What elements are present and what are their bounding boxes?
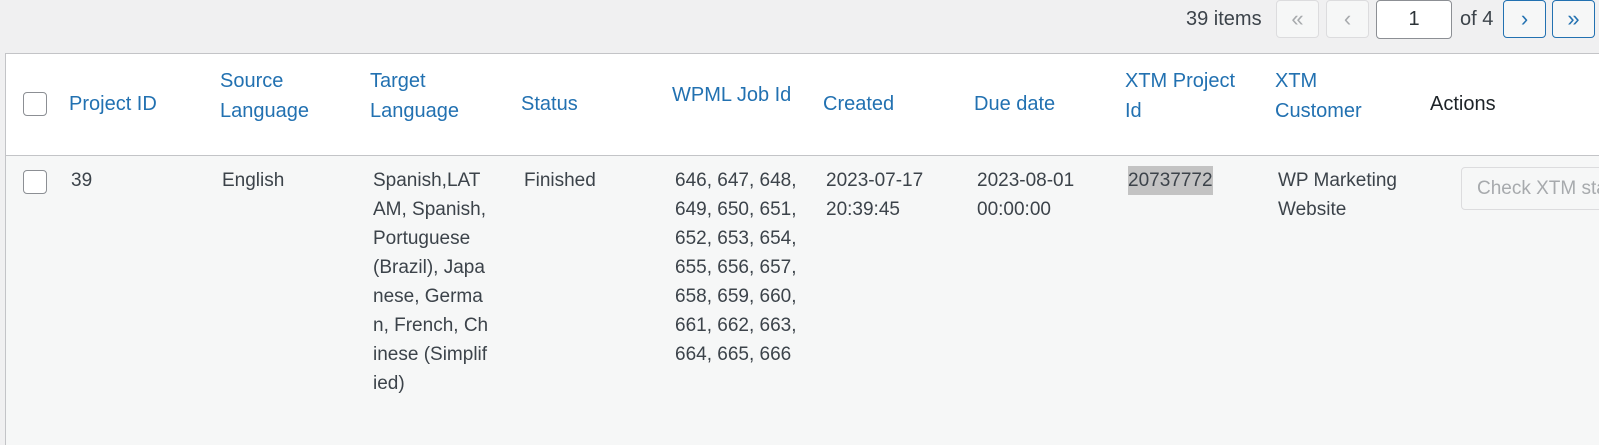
total-pages-label: of 4 (1460, 8, 1494, 30)
check-xtm-status-button[interactable]: Check XTM status (1461, 167, 1599, 210)
column-status[interactable]: Status (521, 89, 578, 119)
select-all-checkbox[interactable] (23, 92, 47, 116)
column-wpml-job-id[interactable]: WPML Job Id (672, 80, 791, 110)
cell-source-language: English (222, 170, 285, 191)
row-checkbox[interactable] (23, 170, 47, 194)
current-page-input[interactable] (1376, 0, 1452, 39)
cell-status: Finished (524, 170, 596, 191)
next-page-button[interactable]: › (1503, 0, 1546, 38)
last-page-button[interactable]: » (1552, 0, 1595, 38)
cell-xtm-customer: WP Marketing Website (1278, 170, 1397, 220)
column-project-id[interactable]: Project ID (69, 89, 157, 119)
cell-target-language: Spanish,LATAM, Spanish, Portuguese (Braz… (373, 170, 489, 394)
projects-page: 39 items « ‹ of 4 › » Project ID Source … (0, 0, 1599, 445)
cell-project-id: 39 (71, 170, 93, 191)
items-count: 39 items (1186, 8, 1262, 30)
cell-xtm-project-id: 20737772 (1128, 166, 1213, 195)
column-xtm-project-id[interactable]: XTM Project Id (1125, 66, 1255, 126)
column-actions: Actions (1430, 93, 1496, 115)
first-page-button: « (1276, 0, 1319, 38)
column-due-date[interactable]: Due date (974, 89, 1055, 119)
table-header: Project ID Source Language Target Langua… (6, 54, 1599, 156)
pagination-bar: 39 items « ‹ of 4 › » (0, 0, 1599, 40)
cell-wpml-job-id: 646, 647, 648, 649, 650, 651, 652, 653, … (675, 170, 797, 365)
column-source-language[interactable]: Source Language (220, 66, 340, 126)
column-target-language[interactable]: Target Language (370, 66, 490, 126)
prev-page-button: ‹ (1326, 0, 1369, 38)
projects-table: Project ID Source Language Target Langua… (5, 53, 1599, 445)
cell-created: 2023-07-17 20:39:45 (826, 170, 924, 220)
cell-due-date: 2023-08-01 00:00:00 (977, 170, 1075, 220)
column-created[interactable]: Created (823, 89, 894, 119)
column-xtm-customer[interactable]: XTM Customer (1275, 66, 1385, 126)
